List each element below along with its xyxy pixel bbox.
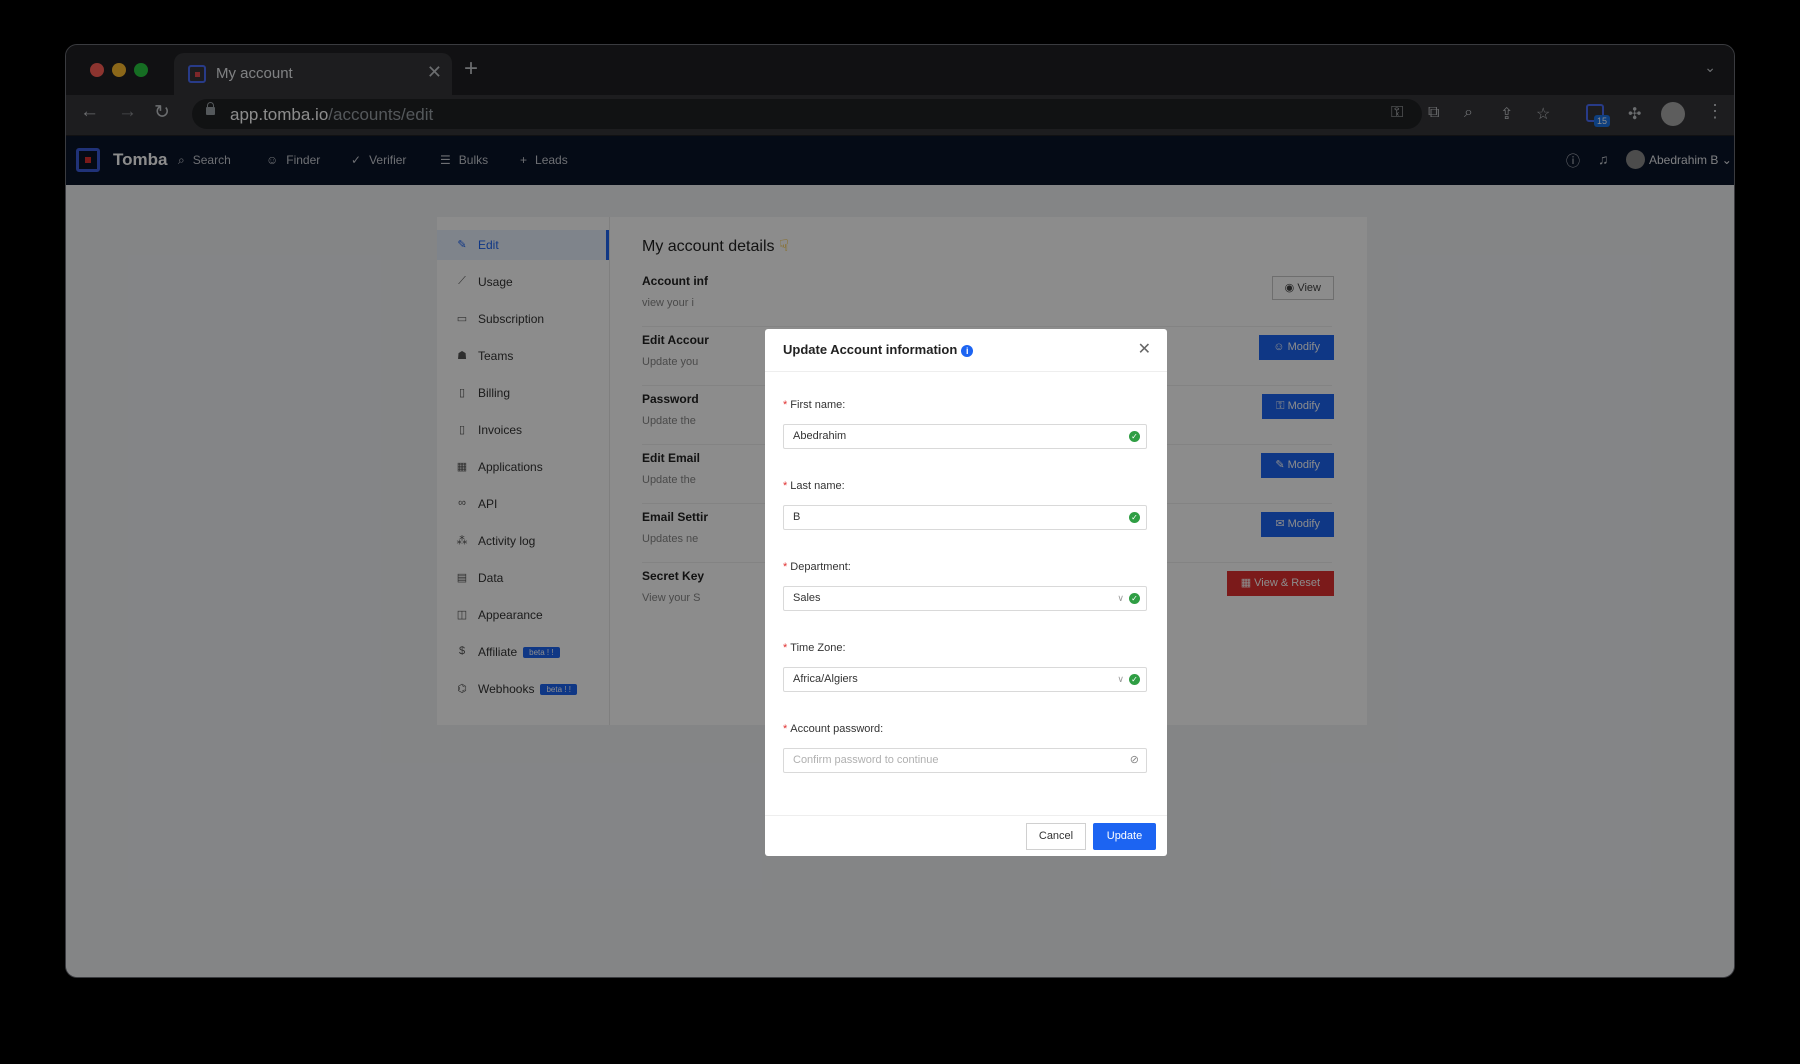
first-name-input[interactable]: Abedrahim ✓ [783,424,1147,449]
modal-footer: Cancel Update [765,815,1167,856]
department-label: * Department: [783,561,851,573]
account-password-input[interactable]: Confirm password to continue ⊘ [783,748,1147,773]
update-button[interactable]: Update [1093,823,1156,850]
chevron-down-icon: ∨ [1117,593,1124,603]
eye-off-icon[interactable]: ⊘ [1130,749,1139,772]
check-circle-icon: ✓ [1129,674,1140,685]
check-circle-icon: ✓ [1129,593,1140,604]
modal-header: Update Account information i ✕ [765,329,1167,372]
time-zone-label: * Time Zone: [783,642,846,654]
time-zone-select[interactable]: Africa/Algiers ∨ ✓ [783,667,1147,692]
chevron-down-icon: ∨ [1117,674,1124,684]
modal-title: Update Account information i [783,342,974,357]
update-account-modal: Update Account information i ✕ * First nam… [765,329,1167,856]
cancel-button[interactable]: Cancel [1026,823,1086,850]
first-name-label: * First name: [783,399,846,411]
close-icon[interactable]: ✕ [1138,339,1151,359]
check-circle-icon: ✓ [1129,431,1140,442]
department-select[interactable]: Sales ∨ ✓ [783,586,1147,611]
check-circle-icon: ✓ [1129,512,1140,523]
info-icon: i [961,344,974,357]
account-password-label: * Account password: [783,723,884,735]
last-name-input[interactable]: B ✓ [783,505,1147,530]
last-name-label: * Last name: [783,480,845,492]
browser-window: My account ✕ + ⌄ ← → ↻ app.tomba.io/acco… [65,44,1735,978]
